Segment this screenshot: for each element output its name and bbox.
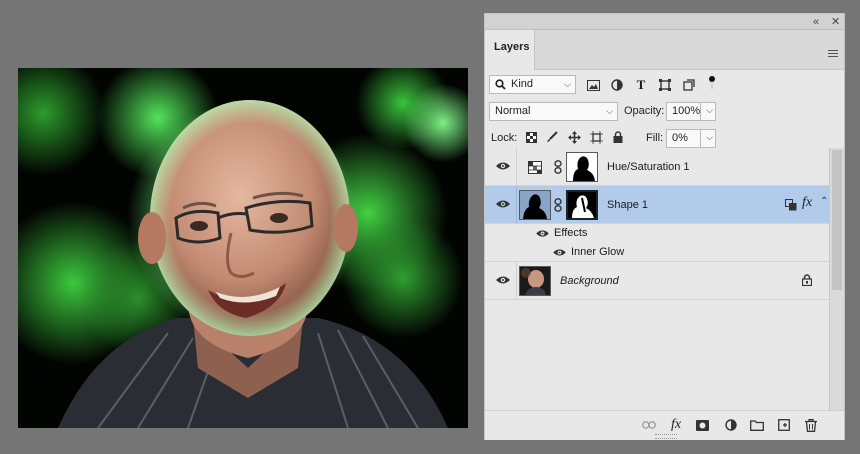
layer-background[interactable]: Background — [485, 262, 829, 300]
lock-artboard-icon[interactable] — [588, 129, 604, 145]
visibility-eye-icon[interactable] — [496, 161, 510, 171]
lock-row: Lock: Fill: 0% ⌵ — [485, 127, 844, 148]
pixel-filter-icon[interactable] — [585, 77, 601, 93]
filter-row: Kind ⌵ T — [485, 71, 844, 99]
lock-icon[interactable] — [802, 274, 812, 286]
tab-layers[interactable]: Layers — [485, 30, 535, 70]
link-layers-icon[interactable] — [641, 417, 657, 433]
vector-mask-link-icon — [785, 199, 797, 211]
fill-dropdown-button[interactable]: ⌵ — [700, 129, 715, 148]
add-mask-icon[interactable] — [694, 417, 710, 433]
chevron-down-icon: ⌵ — [606, 106, 613, 116]
portrait-photo — [58, 100, 448, 428]
hamburger-menu-icon[interactable] — [828, 50, 838, 59]
document-canvas[interactable] — [18, 68, 468, 428]
effects-row[interactable]: Effects — [485, 224, 829, 243]
adjustment-filter-icon[interactable] — [609, 77, 625, 93]
resize-grip[interactable] — [655, 434, 677, 439]
layers-list: Hue/Saturation 1 Shape 1 fx ⌃ Effects In — [485, 148, 829, 410]
fill-field[interactable]: 0% ⌵ — [666, 129, 716, 148]
layer-name[interactable]: Shape 1 — [607, 198, 648, 212]
type-filter-icon[interactable]: T — [633, 77, 649, 93]
link-chain-icon[interactable] — [554, 160, 562, 174]
visibility-eye-icon[interactable] — [496, 199, 510, 209]
chevron-down-icon: ⌵ — [564, 79, 571, 89]
new-layer-icon[interactable] — [776, 417, 792, 433]
panel-title-bar: « ✕ — [485, 14, 844, 30]
delete-icon[interactable] — [803, 417, 819, 433]
smart-object-filter-icon[interactable] — [681, 77, 697, 93]
background-thumbnail[interactable] — [519, 266, 551, 296]
layer-hue-saturation[interactable]: Hue/Saturation 1 — [485, 148, 829, 186]
link-chain-icon[interactable] — [554, 198, 562, 212]
filter-toggle-icon[interactable] — [704, 75, 720, 91]
filter-kind-dropdown[interactable]: Kind ⌵ — [489, 75, 576, 94]
close-icon[interactable]: ✕ — [831, 15, 840, 29]
chevron-down-icon: ⌵ — [706, 105, 713, 115]
blend-mode-dropdown[interactable]: Normal ⌵ — [489, 102, 618, 121]
layer-name[interactable]: Hue/Saturation 1 — [607, 160, 690, 174]
lock-all-icon[interactable] — [610, 129, 626, 145]
hue-saturation-adjustment-icon — [528, 161, 542, 174]
lock-position-icon[interactable] — [566, 129, 582, 145]
layer-effects-fx-icon[interactable]: fx — [802, 195, 812, 211]
new-adjustment-icon[interactable] — [723, 417, 739, 433]
shape-filter-icon[interactable] — [657, 77, 673, 93]
add-style-icon[interactable]: fx — [668, 417, 684, 433]
inner-glow-visibility-eye-icon[interactable] — [553, 248, 566, 257]
vector-mask-thumbnail[interactable] — [566, 190, 598, 220]
opacity-field[interactable]: 100% ⌵ — [666, 102, 716, 121]
layer-name[interactable]: Background — [560, 274, 619, 288]
fill-label: Fill: — [646, 132, 664, 144]
layers-panel: « ✕ Layers Kind ⌵ T Normal ⌵ Opacity: 10… — [484, 13, 845, 440]
scrollbar-thumb[interactable] — [832, 150, 842, 290]
layer-content-thumbnail[interactable] — [519, 190, 551, 220]
panel-tab-row: Layers — [485, 30, 844, 70]
layer-mask-thumbnail[interactable] — [566, 152, 598, 182]
visibility-eye-icon[interactable] — [496, 275, 510, 285]
layer-shape-1[interactable]: Shape 1 fx ⌃ — [485, 186, 829, 224]
lock-label: Lock: — [491, 132, 518, 144]
lock-transparent-pixels-icon[interactable] — [523, 129, 539, 145]
lock-image-pixels-icon[interactable] — [544, 129, 560, 145]
chevron-down-icon: ⌵ — [706, 132, 713, 142]
effects-visibility-eye-icon[interactable] — [536, 229, 549, 238]
search-icon — [495, 79, 506, 90]
panel-footer: fx — [485, 410, 844, 440]
effect-name[interactable]: Inner Glow — [571, 245, 624, 259]
opacity-dropdown-button[interactable]: ⌵ — [700, 102, 715, 121]
layers-scrollbar[interactable] — [829, 148, 844, 410]
double-chevron-left-icon[interactable]: « — [813, 15, 819, 29]
opacity-label: Opacity: — [624, 105, 665, 117]
chevron-up-icon[interactable]: ⌃ — [820, 196, 828, 207]
new-group-icon[interactable] — [749, 417, 765, 433]
inner-glow-row[interactable]: Inner Glow — [485, 243, 829, 262]
effects-label: Effects — [554, 227, 588, 239]
blend-row: Normal ⌵ Opacity: 100% ⌵ — [485, 99, 844, 127]
